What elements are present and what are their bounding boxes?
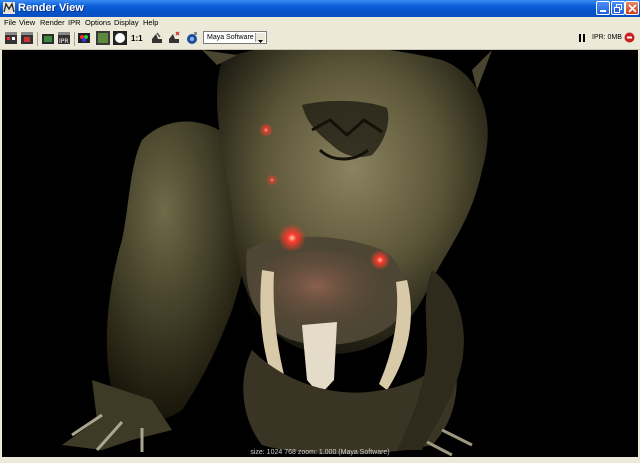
- menu-options[interactable]: Options: [85, 17, 111, 29]
- menu-view[interactable]: View: [19, 17, 35, 29]
- remove-image-icon[interactable]: [167, 31, 181, 45]
- keep-image-icon[interactable]: [150, 31, 164, 45]
- minimize-button[interactable]: [596, 1, 610, 15]
- renderer-select[interactable]: Maya Software: [203, 31, 267, 44]
- svg-text:IPR: IPR: [59, 38, 69, 45]
- render-region-icon[interactable]: [20, 31, 34, 45]
- redo-render-icon[interactable]: [4, 31, 18, 45]
- renderer-value: Maya Software: [207, 34, 254, 41]
- toolbar-separator: [74, 32, 75, 46]
- render-viewport[interactable]: size: 1024 768 zoom: 1.000 (Maya Softwar…: [2, 50, 638, 457]
- close-icon: [628, 4, 637, 13]
- render-view-window: Render View File View Render IPR Options…: [0, 0, 640, 463]
- chevron-down-icon: [258, 40, 263, 43]
- pause-icon[interactable]: [579, 34, 585, 42]
- minimize-icon: [600, 10, 606, 12]
- maximize-icon: [614, 4, 622, 13]
- close-button[interactable]: [625, 1, 639, 15]
- menu-bar: File View Render IPR Options Display Hel…: [0, 17, 640, 29]
- ipr-render-icon[interactable]: IPR: [57, 31, 71, 45]
- dropdown-arrow[interactable]: [255, 33, 265, 43]
- rgb-channels-icon[interactable]: [96, 31, 110, 45]
- rendered-creature-image: [2, 50, 638, 457]
- window-bottom-border: [0, 457, 640, 463]
- title-bar[interactable]: Render View: [0, 0, 640, 17]
- render-status-line: size: 1024 768 zoom: 1.000 (Maya Softwar…: [250, 449, 390, 456]
- snapshot-icon[interactable]: [41, 31, 55, 45]
- stop-render-icon[interactable]: [624, 32, 635, 43]
- alpha-channel-icon[interactable]: [113, 31, 127, 45]
- menu-render[interactable]: Render: [40, 17, 65, 29]
- maximize-button[interactable]: [611, 1, 625, 15]
- menu-ipr[interactable]: IPR: [68, 17, 81, 29]
- menu-file[interactable]: File: [4, 17, 16, 29]
- render-settings-icon[interactable]: [185, 31, 199, 45]
- toolbar: IPR 1:1 Maya Software IPR: 0MB: [0, 29, 640, 50]
- menu-display[interactable]: Display: [114, 17, 139, 29]
- menu-help[interactable]: Help: [143, 17, 158, 29]
- color-channels-icon[interactable]: [77, 31, 91, 45]
- window-title: Render View: [18, 2, 84, 14]
- real-size-button[interactable]: 1:1: [131, 32, 143, 46]
- maya-app-icon: [3, 2, 15, 14]
- ipr-memory-status: IPR: 0MB: [592, 34, 622, 41]
- toolbar-separator: [37, 32, 38, 46]
